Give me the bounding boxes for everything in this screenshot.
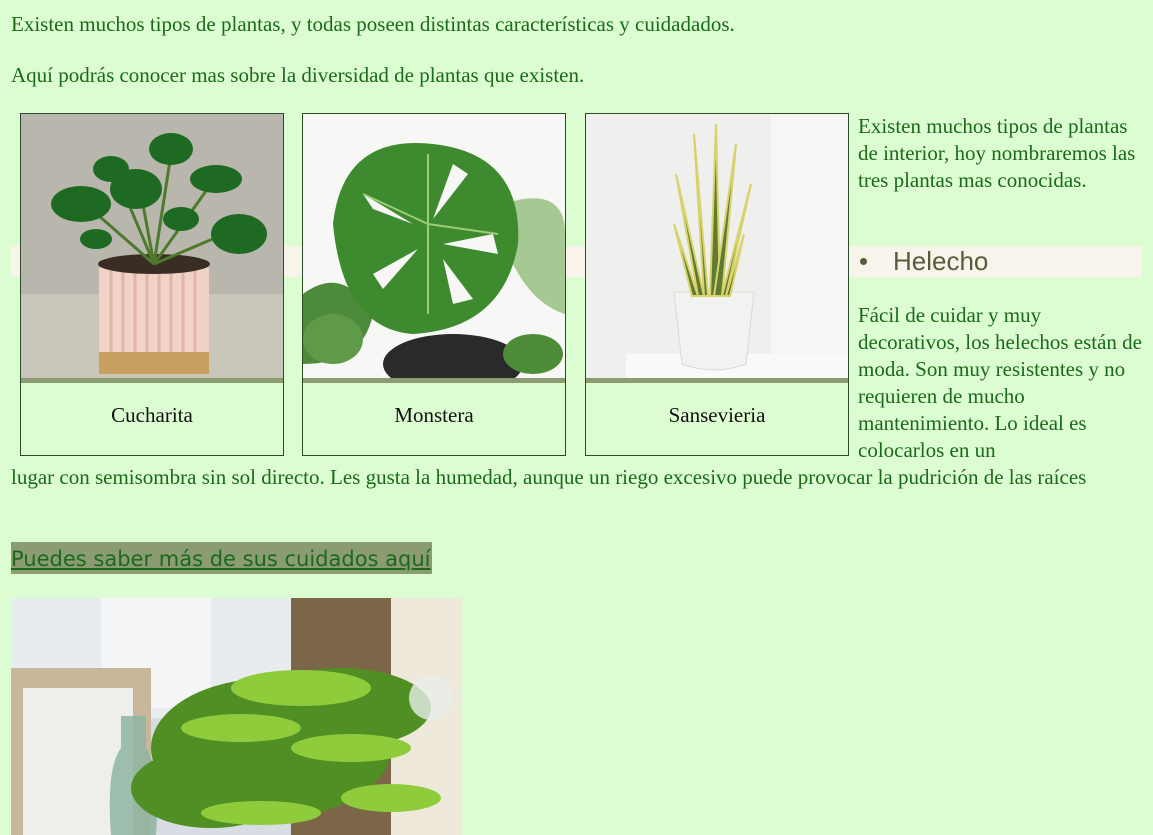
helecho-description-continued: lugar con semisombra sin sol directo. Le… [11, 465, 1087, 489]
helecho-image [11, 598, 461, 835]
plant-card-sansevieria[interactable]: Sansevieria [585, 113, 849, 456]
helecho-description: Fácil de cuidar y muy decorativos, los h… [858, 303, 1142, 462]
list-item-helecho: Helecho [858, 245, 1142, 277]
intro-line-1: Existen muchos tipos de plantas, y todas… [11, 12, 735, 36]
plant-card-cucharita[interactable]: Cucharita [20, 113, 284, 456]
intro-line-2: Aquí podrás conocer mas sobre la diversi… [11, 63, 585, 87]
list-item-label: Helecho [893, 246, 989, 276]
side-text: Existen muchos tipos de plantas de inter… [858, 113, 1142, 194]
card-divider [303, 378, 565, 383]
card-caption: Monstera [394, 403, 474, 427]
card-divider [586, 378, 848, 383]
care-link[interactable]: Puedes saber más de sus cuidados aquí [11, 542, 432, 574]
side-intro: Existen muchos tipos de plantas de inter… [858, 114, 1136, 192]
plant-card-monstera[interactable]: Monstera [302, 113, 566, 456]
bullet-icon [860, 257, 867, 265]
card-caption: Sansevieria [668, 403, 766, 427]
cucharita-image [21, 114, 283, 378]
card-caption: Cucharita [111, 403, 193, 427]
sansevieria-image [586, 114, 848, 378]
card-divider [21, 378, 283, 383]
monstera-image [303, 114, 565, 378]
